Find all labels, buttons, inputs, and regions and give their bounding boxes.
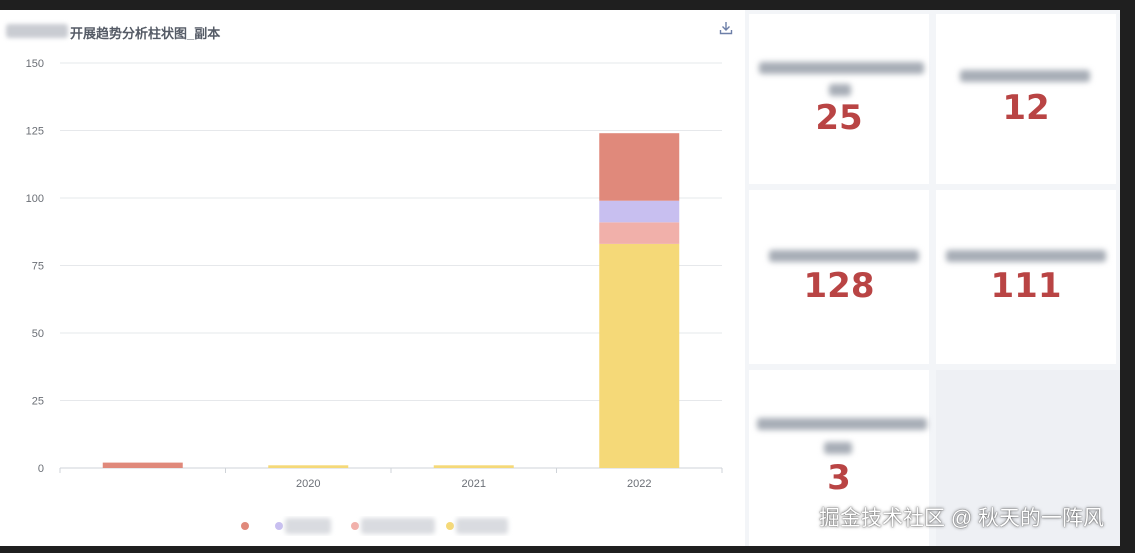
kpi-card-4: 111 [936, 190, 1116, 364]
y-tick-label: 150 [26, 58, 44, 70]
y-tick-label: 25 [32, 396, 44, 408]
kpi-label-redacted [757, 418, 927, 430]
y-tick-label: 100 [26, 193, 44, 205]
chart-card: 开展趋势分析柱状图_副本 0 25 50 75 100 125 150 2020 2021 202… [0, 10, 745, 546]
x-tick-label: 2021 [462, 478, 486, 490]
x-tick-label: 2020 [296, 478, 320, 490]
dashboard: 开展趋势分析柱状图_副本 0 25 50 75 100 125 150 2020 2021 202… [0, 10, 1120, 546]
kpi-label-redacted [960, 70, 1090, 82]
kpi-card-2: 12 [936, 14, 1116, 184]
x-tick-label: 2022 [627, 478, 651, 490]
bar-segment [268, 465, 349, 468]
y-tick-label: 0 [38, 463, 44, 475]
y-tick-label: 125 [26, 126, 44, 138]
kpi-card-3: 128 [749, 190, 929, 364]
kpi-label-redacted [824, 442, 852, 454]
bar-chart: 0 25 50 75 100 125 150 2020 2021 2022 [26, 58, 723, 534]
legend-label-redacted [285, 518, 331, 534]
kpi-value: 3 [827, 458, 851, 498]
bar-segment [599, 243, 680, 468]
bar-segment [433, 465, 514, 468]
y-tick-label: 75 [32, 261, 44, 273]
kpi-card-1: 25 [749, 14, 929, 184]
kpi-label-redacted [946, 250, 1106, 262]
bar-segment [599, 133, 680, 201]
kpi-value: 111 [990, 266, 1062, 306]
bar-segment [102, 462, 183, 468]
legend-marker [275, 522, 283, 530]
kpi-label-redacted [829, 84, 851, 96]
kpi-value: 25 [815, 98, 863, 138]
legend-marker [446, 522, 454, 530]
kpi-value: 128 [803, 266, 875, 306]
legend-label-redacted [361, 518, 435, 534]
kpi-label-redacted [769, 250, 919, 262]
bar-segment [599, 222, 680, 244]
legend-label-redacted [456, 518, 508, 534]
kpi-value: 12 [1002, 88, 1050, 128]
legend-marker [351, 522, 359, 530]
bar-segment [599, 200, 680, 223]
y-tick-label: 50 [32, 328, 44, 340]
legend-marker [241, 522, 249, 530]
kpi-label-redacted [759, 62, 924, 74]
watermark: 掘金技术社区 @ 秋天的一阵风 [819, 507, 1104, 530]
